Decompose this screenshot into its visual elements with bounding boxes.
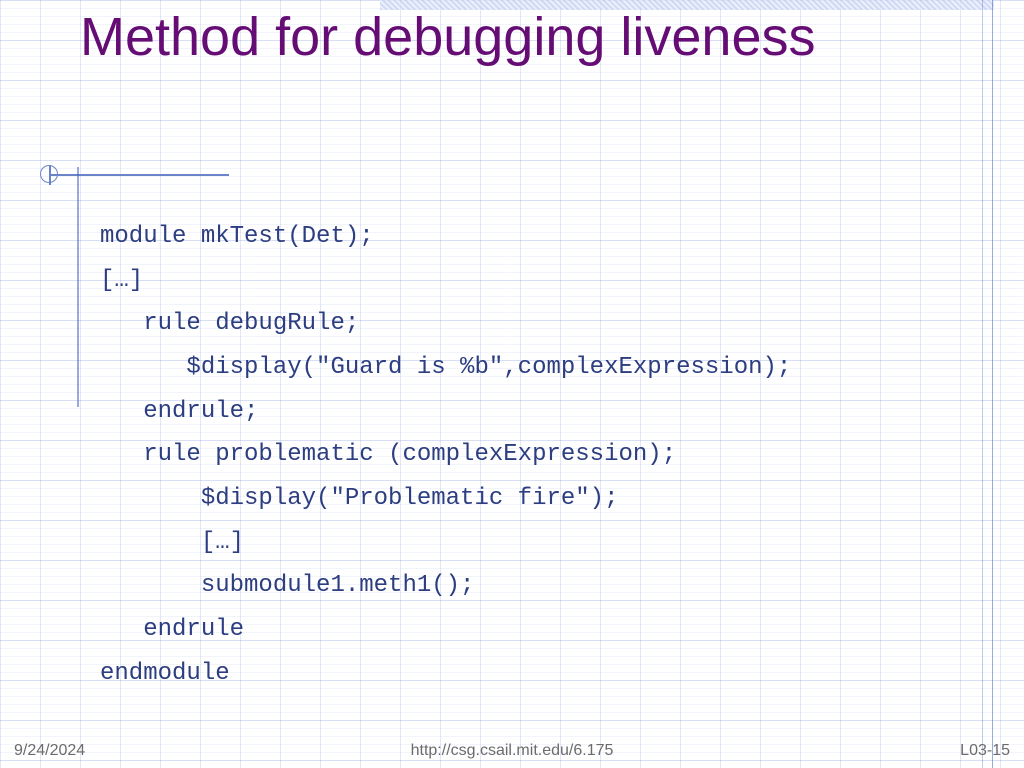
right-accent-line-1 [982,0,983,768]
left-vertical-accent [77,167,79,407]
right-accent-line-2 [992,0,993,768]
footer-url: http://csg.csail.mit.edu/6.175 [0,742,1024,760]
code-block: module mkTest(Det); […] rule debugRule; … [100,215,791,695]
slide-title: Method for debugging liveness [80,6,900,68]
footer: 9/24/2024 http://csg.csail.mit.edu/6.175… [0,742,1024,760]
title-underline [49,174,229,176]
